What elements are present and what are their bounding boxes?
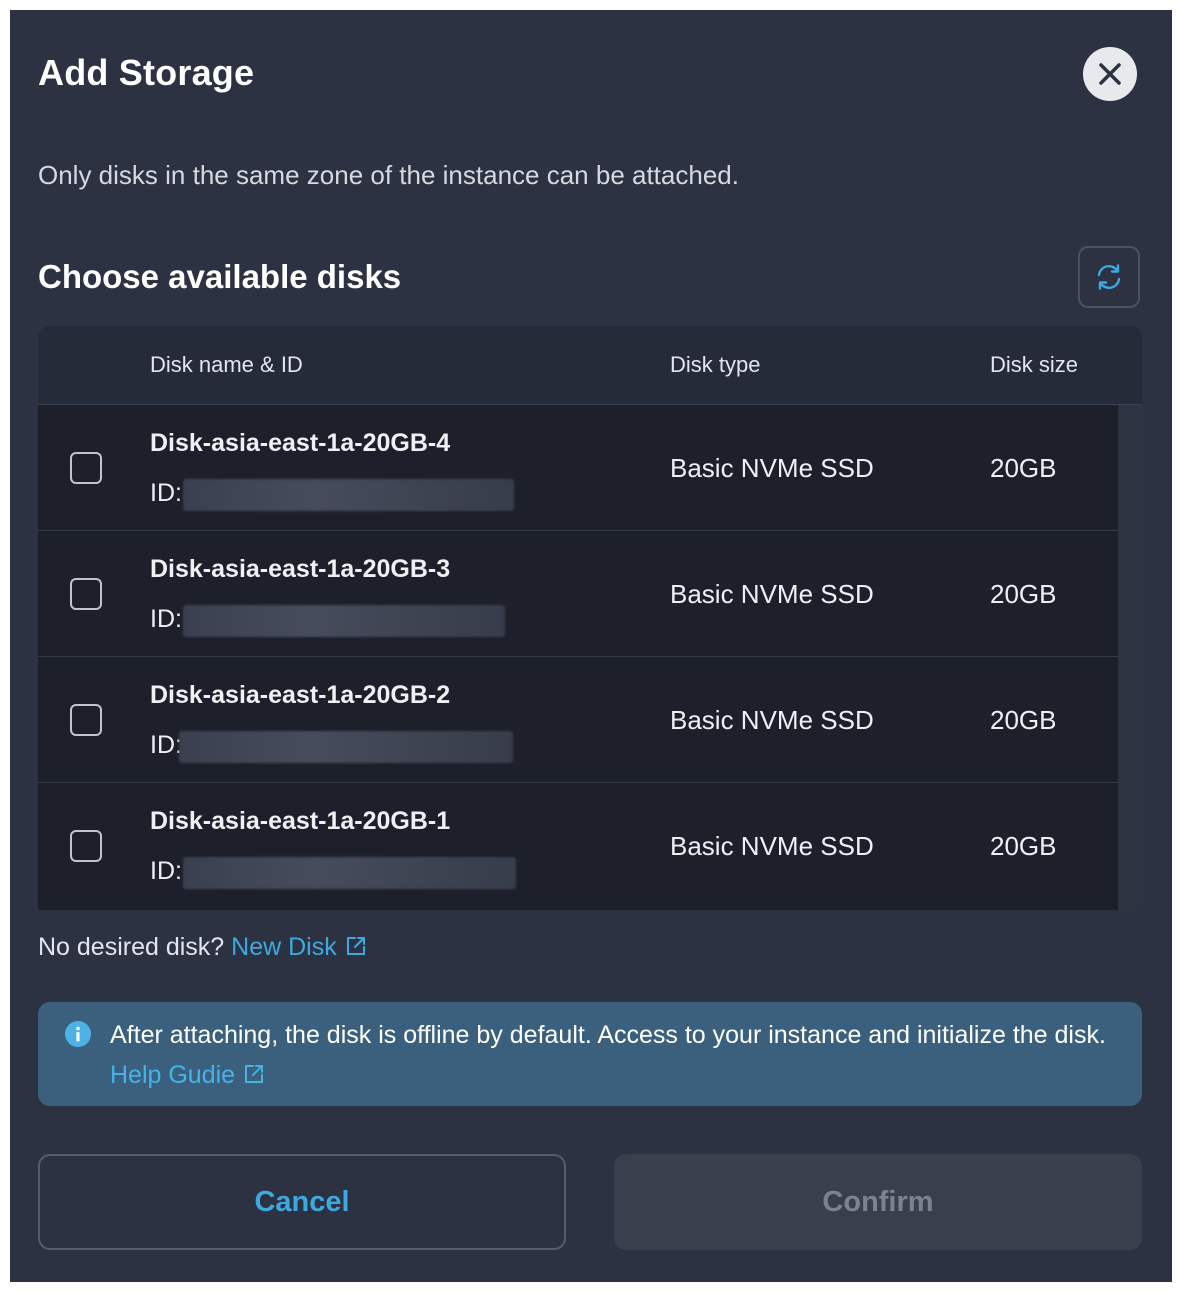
no-disk-prompt: No desired disk? New Disk: [38, 933, 367, 962]
info-text: After attaching, the disk is offline by …: [110, 1015, 1120, 1095]
table-row[interactable]: Disk-asia-east-1a-20GB-2 ID: Basic NVMe …: [38, 657, 1118, 783]
disk-type: Basic NVMe SSD: [670, 453, 874, 483]
disk-type: Basic NVMe SSD: [670, 579, 874, 609]
add-storage-dialog: Add Storage Only disks in the same zone …: [10, 10, 1172, 1282]
disk-table: Disk name & ID Disk type Disk size Disk-…: [38, 326, 1142, 910]
row-checkbox[interactable]: [70, 830, 102, 862]
disk-id-label: ID:: [150, 605, 182, 633]
help-guide-link-label: Help Gudie: [110, 1061, 236, 1089]
info-icon: [65, 1021, 91, 1047]
table-row[interactable]: Disk-asia-east-1a-20GB-3 ID: Basic NVMe …: [38, 531, 1118, 657]
disk-size: 20GB: [990, 831, 1057, 861]
disk-name: Disk-asia-east-1a-20GB-2: [150, 681, 451, 709]
table-row[interactable]: Disk-asia-east-1a-20GB-1 ID: Basic NVMe …: [38, 783, 1118, 909]
disk-id-label: ID:: [150, 857, 182, 885]
external-link-icon: [346, 937, 365, 955]
table-scrollbar[interactable]: [1118, 405, 1142, 910]
disk-type: Basic NVMe SSD: [670, 831, 874, 861]
dialog-title: Add Storage: [38, 52, 255, 93]
disk-id-label: ID:: [150, 479, 182, 507]
disk-name: Disk-asia-east-1a-20GB-4: [150, 429, 451, 457]
column-header-name: Disk name & ID: [150, 352, 303, 377]
no-disk-text: No desired disk?: [38, 933, 225, 961]
disk-size: 20GB: [990, 453, 1057, 483]
redacted-disk-id: [183, 605, 505, 637]
column-header-size: Disk size: [990, 352, 1079, 377]
row-checkbox[interactable]: [70, 578, 102, 610]
table-header: Disk name & ID Disk type Disk size: [38, 326, 1142, 405]
disk-size: 20GB: [990, 579, 1057, 609]
redacted-disk-id: [179, 731, 513, 763]
row-checkbox[interactable]: [70, 452, 102, 484]
info-message: After attaching, the disk is offline by …: [110, 1021, 1106, 1049]
disk-type: Basic NVMe SSD: [670, 705, 874, 735]
new-disk-link[interactable]: New Disk: [231, 933, 367, 961]
disk-name: Disk-asia-east-1a-20GB-3: [150, 555, 451, 583]
redacted-disk-id: [183, 857, 516, 889]
refresh-button[interactable]: [1078, 246, 1140, 308]
redacted-disk-id: [183, 479, 514, 511]
cancel-button[interactable]: Cancel: [38, 1154, 566, 1250]
row-checkbox[interactable]: [70, 704, 102, 736]
table-row[interactable]: Disk-asia-east-1a-20GB-4 ID: Basic NVMe …: [38, 405, 1118, 531]
close-icon: [1099, 63, 1121, 85]
new-disk-link-label: New Disk: [231, 933, 337, 961]
refresh-icon: [1097, 264, 1121, 290]
disk-name: Disk-asia-east-1a-20GB-1: [150, 807, 451, 835]
info-banner: After attaching, the disk is offline by …: [38, 1002, 1142, 1106]
section-title: Choose available disks: [38, 258, 402, 295]
column-header-type: Disk type: [670, 352, 761, 377]
table-body: Disk-asia-east-1a-20GB-4 ID: Basic NVMe …: [38, 405, 1118, 910]
zone-notice: Only disks in the same zone of the insta…: [38, 160, 739, 190]
close-button[interactable]: [1083, 47, 1137, 101]
external-link-icon: [245, 1065, 264, 1083]
disk-id-label: ID:: [150, 731, 182, 759]
help-guide-link[interactable]: Help Gudie: [110, 1061, 265, 1089]
disk-size: 20GB: [990, 705, 1057, 735]
confirm-button[interactable]: Confirm: [614, 1154, 1142, 1250]
